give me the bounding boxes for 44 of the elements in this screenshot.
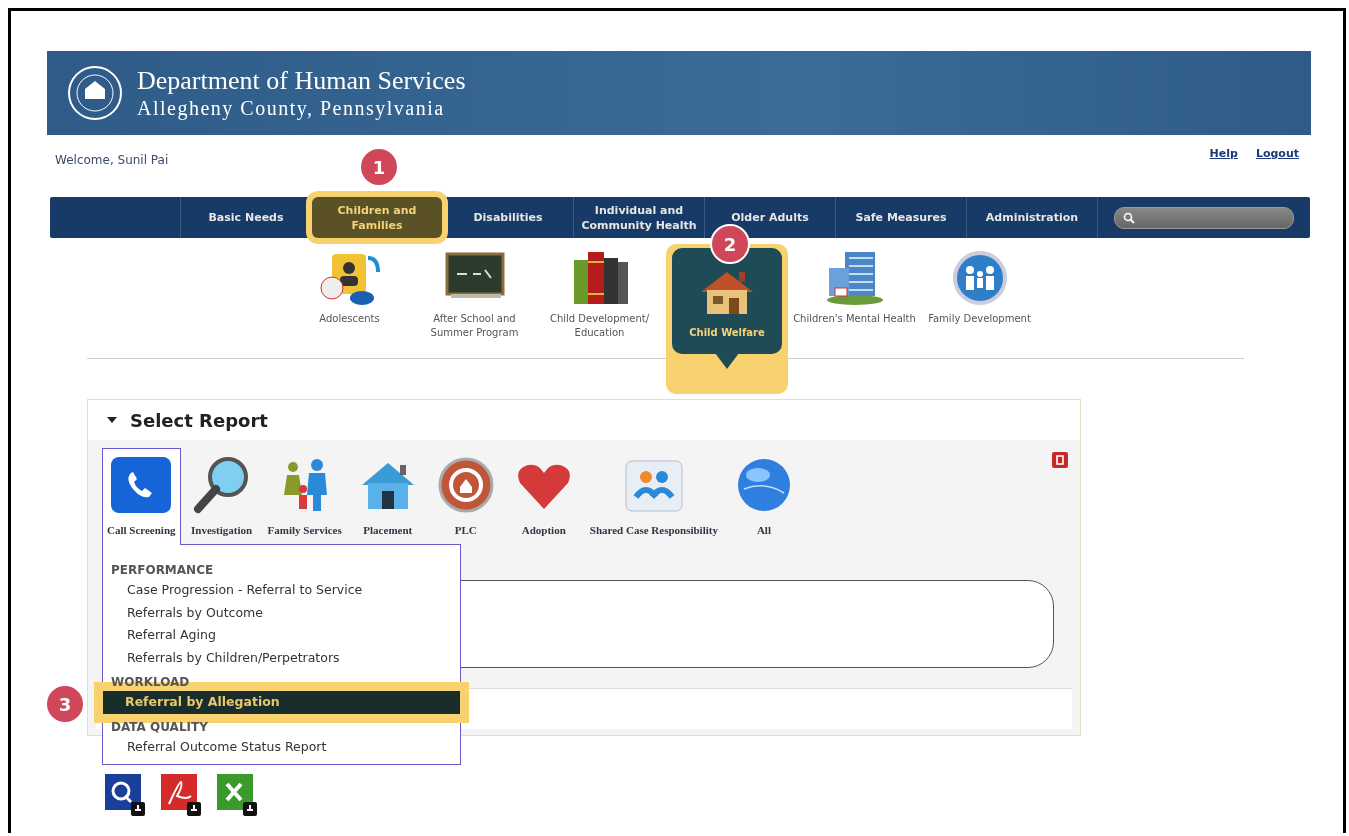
site-subtitle: Allegheny County, Pennsylvania — [137, 96, 446, 120]
report-type-tab[interactable]: Family Services — [262, 448, 347, 543]
nav-tab[interactable]: Administration — [967, 197, 1097, 238]
phone-icon — [109, 455, 174, 515]
spreadsheet-export-icon[interactable] — [217, 774, 257, 816]
report-type-tab[interactable]: Shared Case Responsibility — [584, 448, 723, 543]
welcome-text: Welcome, Sunil Pai — [55, 153, 169, 169]
nav-tab[interactable]: Basic Needs — [181, 197, 311, 238]
menu-item[interactable]: Referrals by Children/Perpetrators — [103, 646, 460, 669]
panel-header[interactable]: Select Report — [88, 400, 1080, 440]
menu-heading: PERFORMANCE — [110, 562, 215, 579]
report-type-tab[interactable]: Call Screening — [102, 448, 181, 545]
menu-item[interactable]: Referrals by Outcome — [103, 601, 460, 624]
search-icon — [1123, 211, 1135, 224]
pdf-export-icon[interactable] — [161, 774, 201, 816]
query-export-icon[interactable] — [105, 774, 145, 816]
category-item[interactable]: Family Development — [917, 244, 1042, 364]
nav-tab[interactable]: Individual and Community Health — [574, 197, 704, 238]
search-field[interactable] — [1114, 206, 1294, 229]
category-item[interactable]: After School and Summer Program — [412, 244, 537, 364]
callout-number: 3 — [45, 684, 85, 724]
category-item[interactable]: Child Development/ Education — [537, 244, 662, 364]
category-label: Child Welfare — [689, 326, 765, 340]
nav-tab[interactable]: Older Adults — [705, 197, 835, 238]
callout-number: 1 — [359, 147, 399, 187]
header-link[interactable]: Logout — [1255, 147, 1299, 183]
menu-heading: DATA QUALITY — [110, 718, 209, 736]
tile-pointer — [715, 353, 739, 369]
report-type-tab[interactable]: All — [726, 448, 801, 543]
nav-tab[interactable]: Disabilities — [443, 197, 573, 238]
report-type-tab[interactable]: Adoption — [506, 448, 581, 543]
panel-title: Select Report — [130, 409, 268, 431]
report-type-tab[interactable]: Placement — [350, 448, 425, 543]
report-type-tab[interactable]: Investigation — [184, 448, 259, 543]
category-item[interactable]: Children's Mental Health — [792, 244, 917, 364]
menu-item[interactable]: Referral Outcome Status Report — [103, 735, 460, 758]
nav-tab[interactable]: Safe Measures — [836, 197, 966, 238]
category-item[interactable]: Adolescents — [287, 244, 412, 364]
menu-item[interactable]: Case Progression - Referral to Service — [103, 579, 460, 602]
header-link[interactable]: Help — [1209, 147, 1238, 183]
document-icon[interactable] — [1052, 452, 1068, 468]
report-type-tab[interactable]: PLC — [428, 448, 503, 543]
menu-item[interactable]: Referral Aging — [103, 624, 460, 647]
site-title: Department of Human Services — [137, 66, 466, 96]
